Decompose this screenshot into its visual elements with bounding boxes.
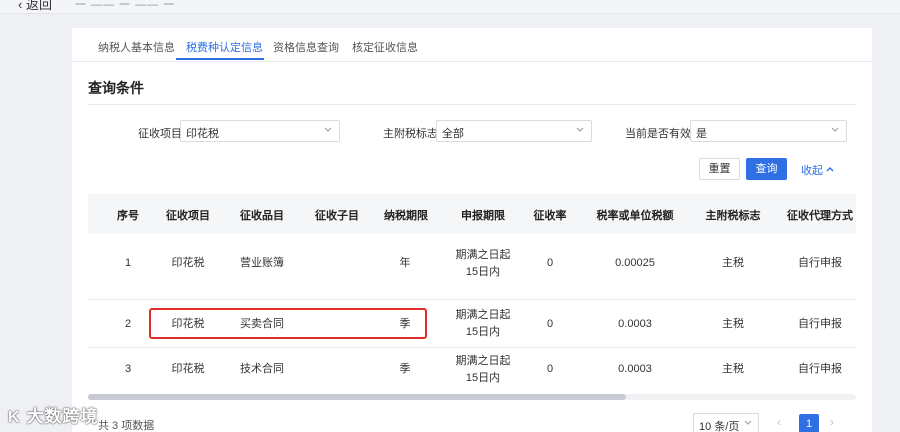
top-bar: ‹ 返回 一 —— 一 —— 一 xyxy=(0,0,900,14)
col-header-agent-method: 征收代理方式 xyxy=(787,210,853,222)
row-divider xyxy=(88,347,856,348)
cell-tax-rate-amount: 0.00025 xyxy=(615,257,655,269)
cell-filing-deadline-line1: 期满之日起 xyxy=(455,249,511,261)
cell-levy-item: 印花税 xyxy=(171,363,205,375)
tab-tax-type-identification[interactable]: 税费种认定信息 xyxy=(186,39,263,55)
page-1-button[interactable]: 1 xyxy=(799,414,819,432)
main-sub-flag-select[interactable]: 全部 xyxy=(436,120,592,142)
cell-no: 3 xyxy=(124,363,132,375)
cell-tax-rate-amount: 0.0003 xyxy=(618,363,652,375)
col-header-levy-rate: 征收率 xyxy=(533,210,567,222)
chevron-up-icon[interactable] xyxy=(825,164,835,174)
cell-agent-method: 自行申报 xyxy=(798,257,842,269)
col-header-tax-rate-amount: 税率或单位税额 xyxy=(596,210,674,222)
cell-levy-rate: 0 xyxy=(546,257,554,269)
col-header-levy-item: 征收项目 xyxy=(166,210,210,222)
collapse-label[interactable]: 收起 xyxy=(801,165,823,177)
breadcrumb: 一 —— 一 —— 一 xyxy=(75,0,176,11)
section-title: 查询条件 xyxy=(88,80,144,96)
main-sub-flag-label: 主附税标志 xyxy=(383,128,438,140)
back-label[interactable]: 返回 xyxy=(26,0,52,12)
cell-agent-method: 自行申报 xyxy=(798,318,842,330)
currently-valid-select[interactable]: 是 xyxy=(690,120,847,142)
page-size-value: 10 条/页 xyxy=(699,421,740,432)
col-header-no: 序号 xyxy=(117,210,139,222)
cell-tax-rate-amount: 0.0003 xyxy=(618,318,652,330)
col-header-levy-subitem: 征收子目 xyxy=(315,210,359,222)
back-link[interactable]: ‹ 返回 xyxy=(18,0,52,13)
cell-levy-category: 营业账簿 xyxy=(240,257,284,269)
cell-tax-period: 季 xyxy=(399,363,411,375)
cell-levy-rate: 0 xyxy=(546,363,554,375)
chevron-down-icon xyxy=(831,127,839,132)
row-divider xyxy=(88,299,856,300)
horizontal-scrollbar[interactable] xyxy=(88,394,856,400)
cell-filing-deadline-line2: 15日内 xyxy=(465,372,501,384)
cell-main-sub-flag: 主税 xyxy=(722,363,744,375)
tab-qualification-query[interactable]: 资格信息查询 xyxy=(273,39,339,55)
cell-agent-method: 自行申报 xyxy=(798,363,842,375)
chevron-down-icon xyxy=(324,127,332,132)
cell-main-sub-flag: 主税 xyxy=(722,318,744,330)
query-button[interactable]: 查询 xyxy=(746,158,787,180)
cell-no: 2 xyxy=(124,318,132,330)
watermark: K 大数跨境 xyxy=(8,402,99,426)
chevron-down-icon xyxy=(576,127,584,132)
col-header-main-sub-flag: 主附税标志 xyxy=(705,210,761,222)
content-card: 纳税人基本信息 税费种认定信息 资格信息查询 核定征收信息 查询条件 征收项目 … xyxy=(72,28,872,432)
tab-taxpayer-basic-info[interactable]: 纳税人基本信息 xyxy=(98,39,175,55)
watermark-text: 大数跨境 xyxy=(26,407,99,426)
cell-filing-deadline-line2: 15日内 xyxy=(465,266,501,278)
chevron-down-icon xyxy=(744,420,752,425)
cell-levy-rate: 0 xyxy=(546,318,554,330)
levy-item-label: 征收项目 xyxy=(138,128,182,140)
total-count: 共 3 项数据 xyxy=(98,420,155,432)
currently-valid-label: 当前是否有效 xyxy=(625,128,691,140)
reset-button[interactable]: 重置 xyxy=(699,158,740,180)
cell-tax-period: 年 xyxy=(399,257,411,269)
cell-levy-category: 技术合同 xyxy=(240,363,284,375)
prev-page-icon[interactable]: ‹ xyxy=(777,415,781,429)
col-header-levy-category: 征收品目 xyxy=(240,210,284,222)
cell-filing-deadline-line1: 期满之日起 xyxy=(455,355,511,367)
cell-levy-item: 印花税 xyxy=(171,257,205,269)
tab-bar: 纳税人基本信息 税费种认定信息 资格信息查询 核定征收信息 xyxy=(72,28,872,62)
cell-no: 1 xyxy=(124,257,132,269)
watermark-logo: K xyxy=(8,409,21,426)
next-page-icon[interactable]: › xyxy=(830,415,834,429)
cell-filing-deadline-line1: 期满之日起 xyxy=(455,309,511,321)
col-header-tax-period: 纳税期限 xyxy=(384,210,428,222)
cell-main-sub-flag: 主税 xyxy=(722,257,744,269)
main-sub-flag-value: 全部 xyxy=(442,128,464,140)
levy-item-value: 印花税 xyxy=(186,128,219,140)
tab-assessed-levy-info[interactable]: 核定征收信息 xyxy=(352,39,418,55)
page-size-select[interactable]: 10 条/页 xyxy=(693,413,759,432)
levy-item-select[interactable]: 印花税 xyxy=(180,120,340,142)
table-header: 序号 征收项目 征收品目 征收子目 纳税期限 申报期限 征收率 税率或单位税额 … xyxy=(88,194,856,234)
collapse-toggle[interactable]: 收起 xyxy=(801,162,834,178)
scrollbar-thumb[interactable] xyxy=(88,394,626,400)
col-header-filing-deadline: 申报期限 xyxy=(461,210,505,222)
cell-filing-deadline-line2: 15日内 xyxy=(465,326,501,338)
active-tab-indicator xyxy=(176,58,264,60)
divider xyxy=(88,104,856,105)
currently-valid-value: 是 xyxy=(696,128,707,140)
highlight-box xyxy=(149,308,427,339)
